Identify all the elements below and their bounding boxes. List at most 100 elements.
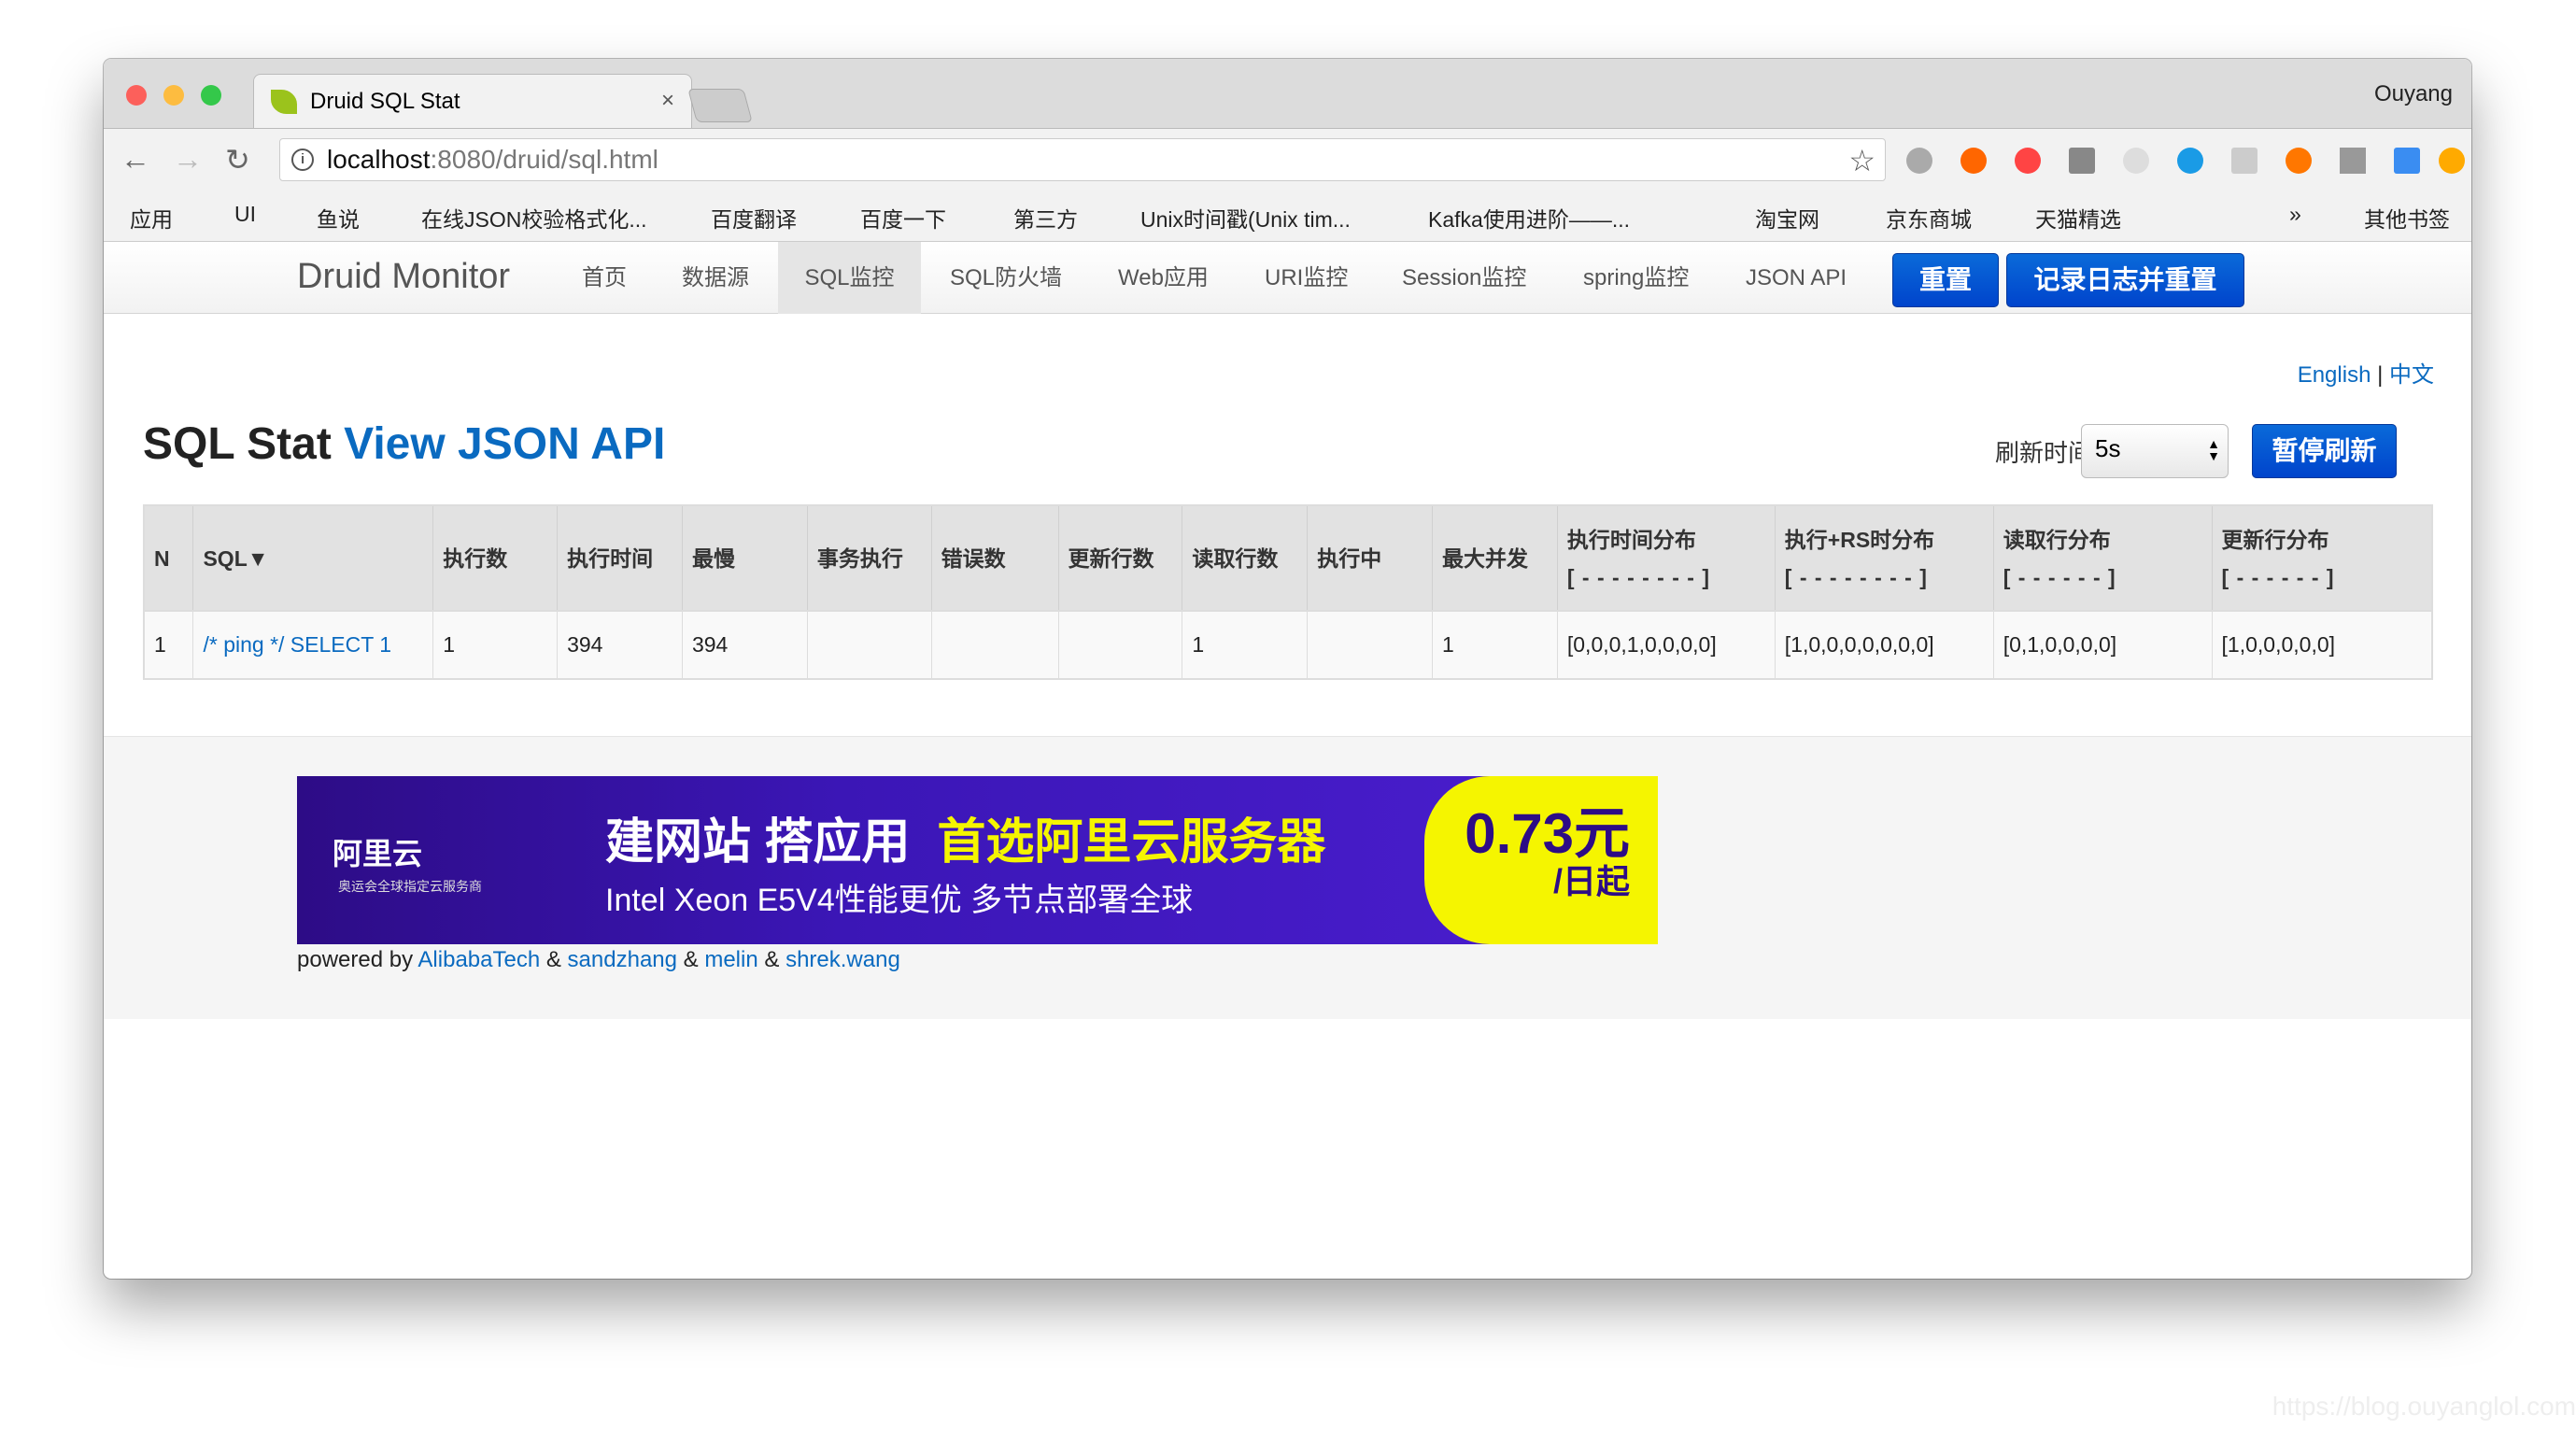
column-header-label: 更新行分布 [2221,527,2329,552]
column-header[interactable]: SQL▼ [192,505,433,611]
author-link[interactable]: sandzhang [568,947,677,972]
bookmark[interactable]: UI [234,202,256,227]
column-header: 执行+RS时分布 [ - - - - - - - - ] [1774,505,1994,611]
close-tab-icon[interactable]: × [661,88,674,114]
brand[interactable]: Druid Monitor [297,257,510,297]
column-header: 执行时间 [557,505,683,611]
bookmark-star-icon[interactable]: ☆ [1848,143,1875,178]
forward-icon[interactable]: → [173,142,203,177]
aliyun-ad-banner[interactable]: 阿里云 奥运会全球指定云服务商 建网站 搭应用 首选阿里云服务器 Intel X… [297,776,1658,944]
powered-by: powered by AlibabaTech & sandzhang & mel… [297,947,900,973]
nav-spring[interactable]: spring监控 [1570,242,1702,314]
nav-datasource[interactable]: 数据源 [669,242,762,314]
column-header: 执行中 [1307,505,1433,611]
banner-headline-2: 首选阿里云服务器 [937,815,1326,870]
maximize-window-button[interactable] [201,85,221,106]
table-cell: 1 [1432,610,1558,679]
author-link[interactable]: shrek.wang [786,947,900,972]
author-link[interactable]: melin [704,947,757,972]
navbar: Druid Monitor 首页 数据源 SQL监控 SQL防火墙 Web应用 … [104,242,2471,314]
bookmark[interactable]: Unix时间戳(Unix tim... [1140,202,1351,233]
column-header-label: 执行+RS时分布 [1784,527,1935,552]
banner-headline-1: 建网站 搭应用 [605,815,911,870]
extension-icon[interactable] [2340,148,2366,174]
column-header: 读取行分布 [ - - - - - - ] [1992,505,2213,611]
column-header: 执行数 [432,505,558,611]
extension-icon[interactable] [2231,148,2258,174]
bookmark[interactable]: 京东商城 [1886,202,1972,233]
new-tab-button[interactable] [687,89,753,122]
bookmark[interactable]: 应用 [130,202,173,233]
bookmark[interactable]: 第三方 [1013,202,1078,233]
nav-web-app[interactable]: Web应用 [1105,242,1222,314]
extension-icon[interactable] [2069,148,2095,174]
extension-icon[interactable] [2015,148,2041,174]
reload-icon[interactable]: ↻ [225,142,250,177]
nav-sql-wall[interactable]: SQL防火墙 [937,242,1075,314]
refresh-interval-value: 5s [2095,434,2121,462]
author-link[interactable]: AlibabaTech [418,947,540,972]
footer: 阿里云 奥运会全球指定云服务商 建网站 搭应用 首选阿里云服务器 Intel X… [104,736,2471,1019]
banner-price: 0.73元/日起 [1465,804,1630,899]
table-cell: 1 [432,610,558,679]
bookmark[interactable]: 在线JSON校验格式化... [421,202,647,233]
extension-icon[interactable] [2439,148,2465,174]
column-header: N [143,505,193,611]
profile-name[interactable]: Ouyang [2374,81,2453,107]
url-path: :8080/druid/sql.html [430,145,658,174]
column-header-label: 执行时间分布 [1566,527,1696,552]
nav-sql[interactable]: SQL监控 [778,242,921,314]
column-header: 执行时间分布 [ - - - - - - - - ] [1556,505,1776,611]
nav-json-api[interactable]: JSON API [1733,242,1860,314]
pause-refresh-button[interactable]: 暂停刷新 [2252,424,2397,478]
separator: | [2377,362,2384,388]
price-value: 0.73元 [1465,802,1630,865]
bookmark[interactable]: 百度翻译 [711,202,797,233]
banner-logo-sub: 奥运会全球指定云服务商 [338,879,482,894]
minimize-window-button[interactable] [163,85,184,106]
column-header-label: 最慢 [691,545,735,571]
banner-headline: 建网站 搭应用 首选阿里云服务器 [605,802,1325,872]
info-icon[interactable]: i [291,149,314,171]
extension-icon[interactable] [2177,148,2203,174]
column-header-label: 错误数 [941,545,1006,571]
column-header: 事务执行 [806,505,932,611]
log-and-reset-button[interactable]: 记录日志并重置 [2006,253,2244,307]
bookmark[interactable]: 百度一下 [860,202,946,233]
column-header-label: SQL▼ [203,545,269,571]
extension-icon[interactable] [2123,148,2149,174]
table-cell: 394 [681,610,808,679]
extension-icon[interactable] [1906,148,1932,174]
refresh-interval-select[interactable]: 5s ▲ ▼ [2081,424,2229,478]
english-link[interactable]: English [2298,362,2371,388]
reset-button[interactable]: 重置 [1892,253,1999,307]
address-bar[interactable]: i localhost:8080/druid/sql.html ☆ [279,138,1886,181]
bookmark[interactable]: Kafka使用进阶——... [1428,202,1630,233]
extension-icon[interactable] [2394,148,2420,174]
table-cell [1057,610,1182,679]
extension-icon[interactable] [1960,148,1987,174]
chinese-link[interactable]: 中文 [2389,362,2434,388]
bookmark[interactable]: 淘宝网 [1755,202,1819,233]
table-row: 1/* ping */ SELECT 1 1 394 394 1 1 [0,0,0,1,0,… [143,610,2432,679]
aliyun-logo: 阿里云 [333,837,423,870]
table-cell: 394 [557,610,683,679]
column-header-label: 读取行分布 [2003,527,2111,552]
tab-druid-sql-stat[interactable]: Druid SQL Stat × [253,74,692,128]
bookmarks-overflow[interactable]: » [2289,202,2301,227]
back-icon[interactable]: ← [120,142,150,177]
bookmark[interactable]: 其他书签 [2364,202,2450,233]
close-window-button[interactable] [126,85,147,106]
bookmark[interactable]: 天猫精选 [2035,202,2121,233]
browser-window: Druid SQL Stat × Ouyang ← → ↻ i localhos… [104,59,2471,1279]
view-json-api-link[interactable]: View JSON API [344,419,665,469]
column-header-label: 执行数 [443,545,508,571]
sql-detail-link[interactable]: /* ping */ SELECT 1 [203,632,391,657]
nav-session[interactable]: Session监控 [1389,242,1539,314]
nav-uri[interactable]: URI监控 [1252,242,1361,314]
extension-icon[interactable] [2286,148,2312,174]
nav-home[interactable]: 首页 [569,242,640,314]
table-cell: [0,0,0,1,0,0,0,0] [1556,610,1776,679]
bookmark[interactable]: 鱼说 [317,202,360,233]
url-host: localhost [327,145,431,174]
